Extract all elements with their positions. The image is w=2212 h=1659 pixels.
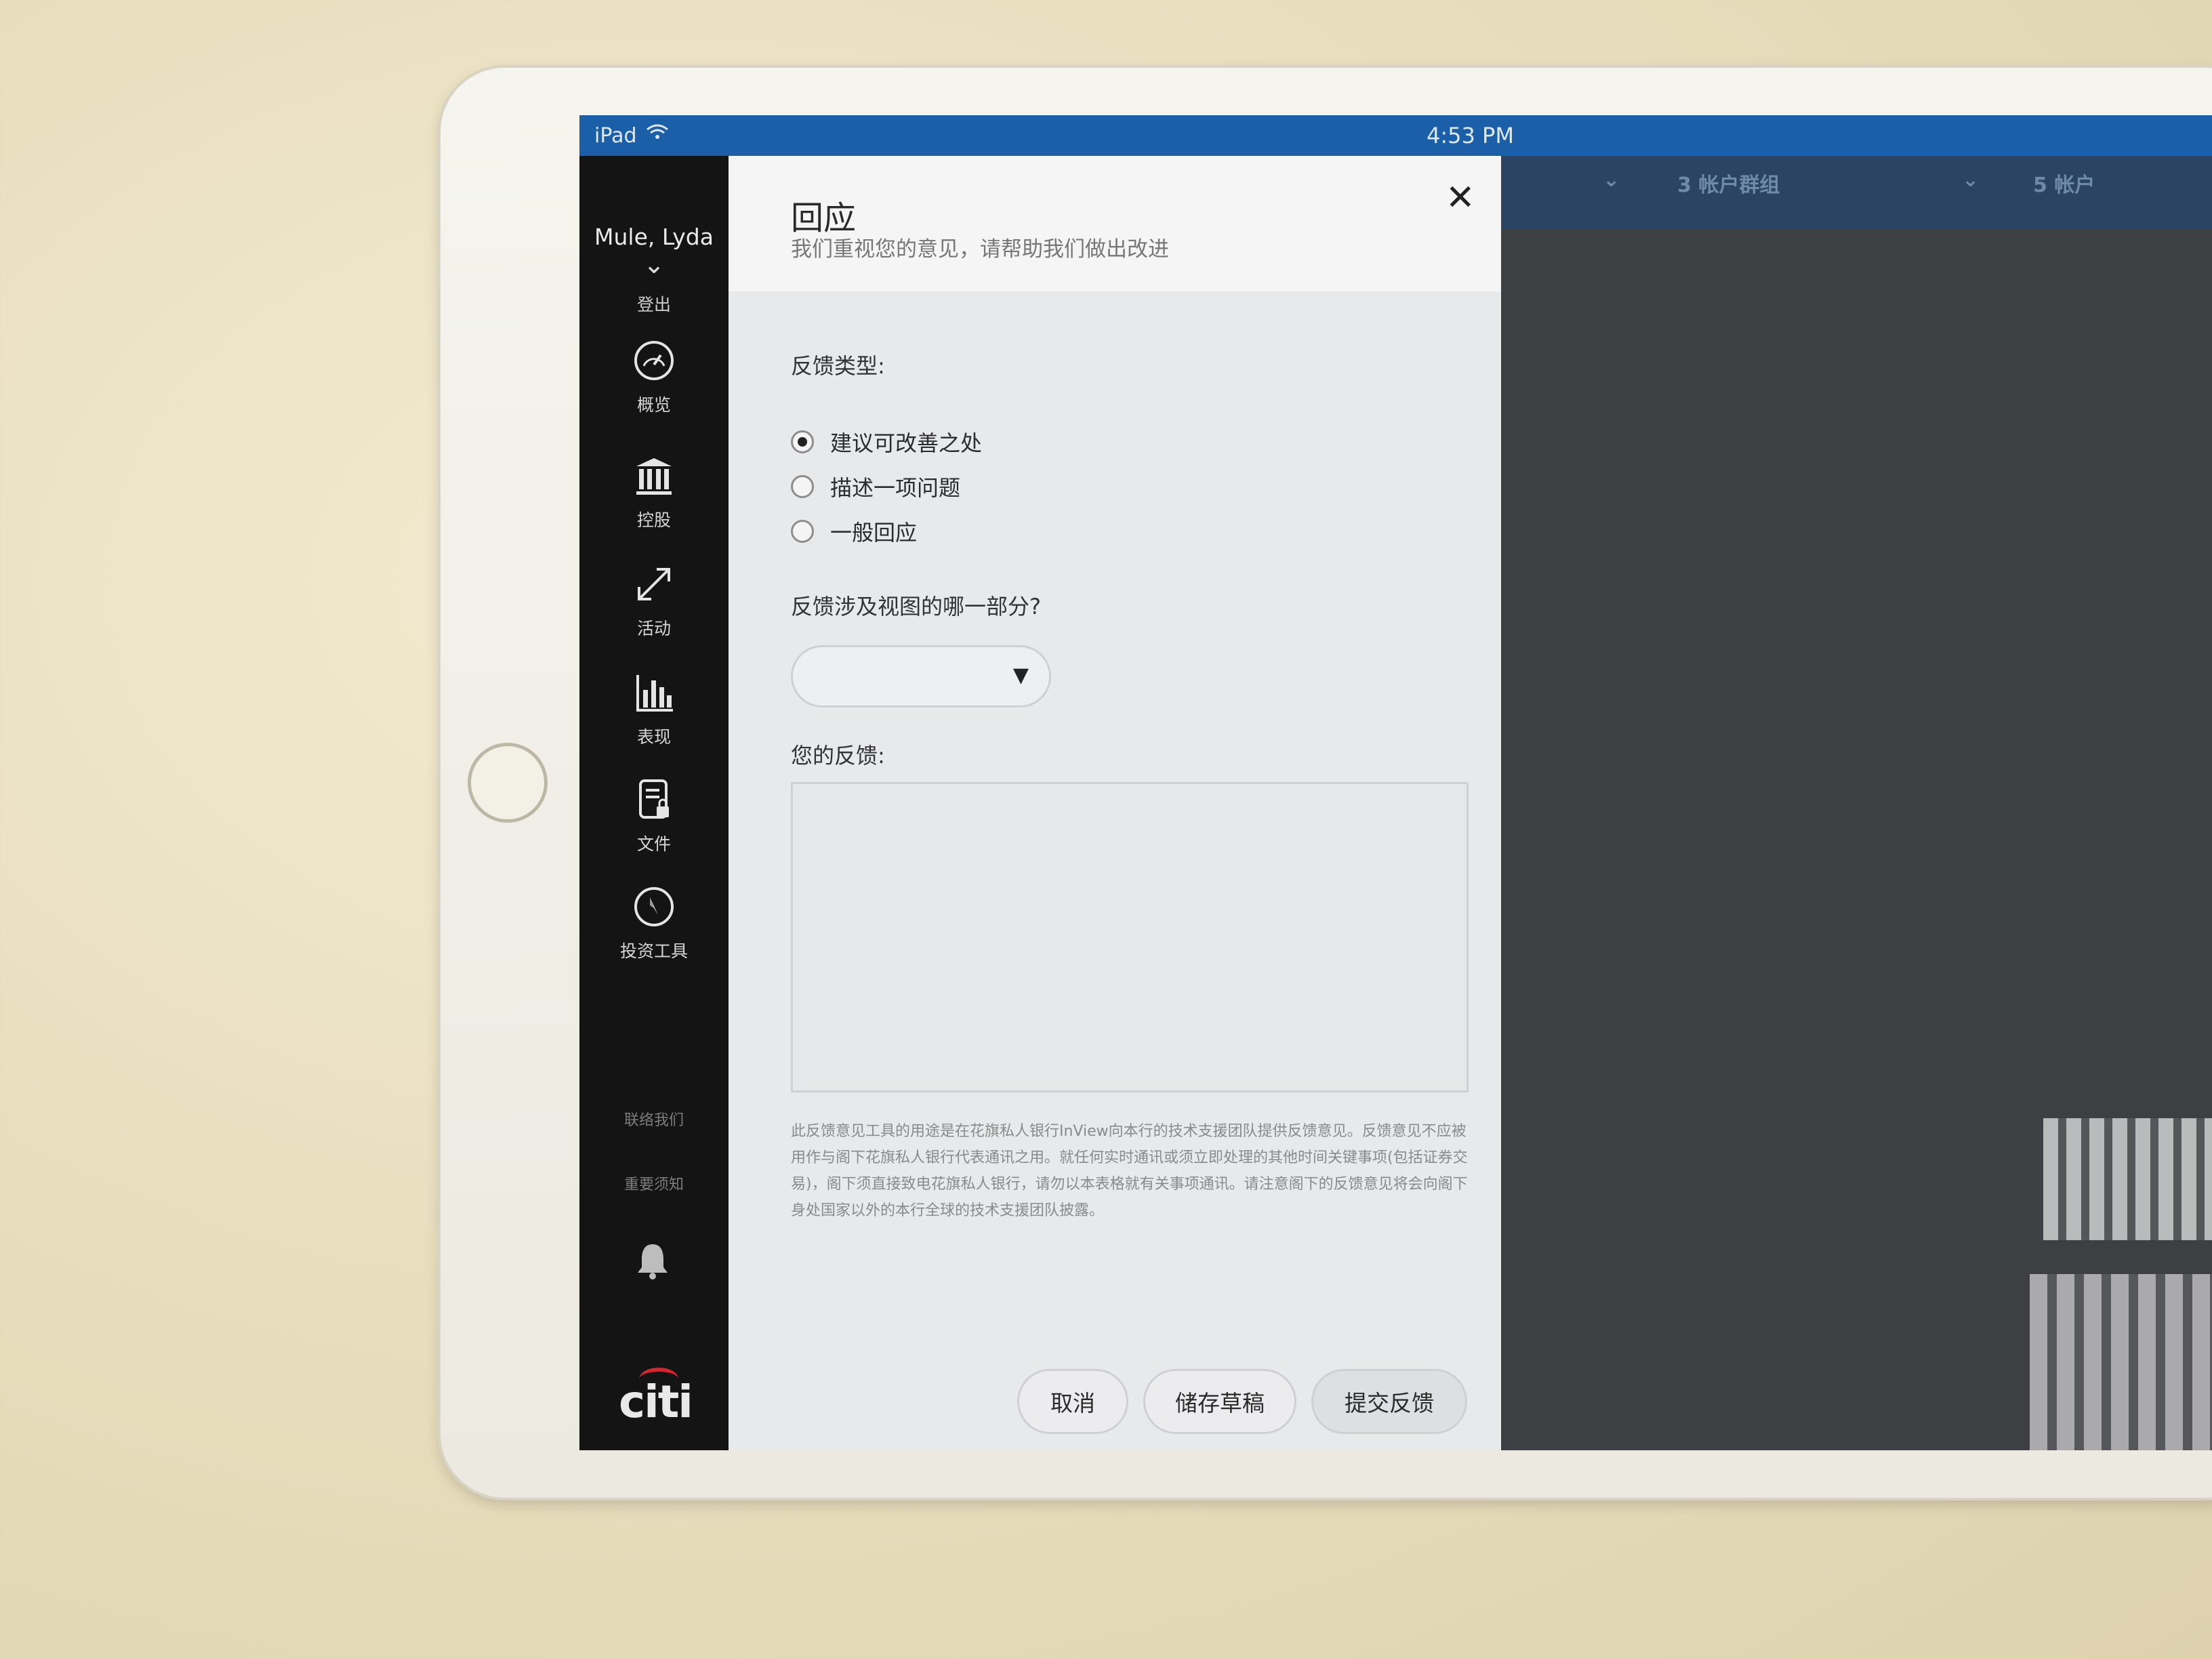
- important-notice-link[interactable]: 重要须知: [579, 1172, 729, 1194]
- screen-glare: [2030, 1274, 2212, 1450]
- nav-label: 概览: [636, 395, 671, 415]
- chevron-down-icon[interactable]: ⌄: [579, 249, 729, 279]
- bell-icon[interactable]: [634, 1240, 672, 1284]
- radio-label: 建议可改善之处: [830, 430, 983, 456]
- dimmed-background-view: ⌄ 3 帐户群组 ⌄ 5 帐户: [1501, 156, 2212, 1450]
- save-draft-button[interactable]: 储存草稿: [1143, 1369, 1296, 1434]
- logout-link[interactable]: 登出: [579, 291, 729, 316]
- view-section-dropdown[interactable]: ▼: [791, 645, 1051, 708]
- nav-label: 文件: [636, 834, 671, 854]
- dropdown-arrow-icon: ▼: [1012, 663, 1029, 687]
- modal-header: 回应 我们重视您的意见，请帮助我们做出改进 ✕: [729, 156, 1501, 291]
- view-section-label: 反馈涉及视图的哪一部分?: [791, 594, 1041, 619]
- feedback-textarea[interactable]: [791, 782, 1469, 1092]
- nav-holdings[interactable]: 控股: [579, 454, 729, 531]
- feedback-type-label: 反馈类型:: [791, 353, 885, 379]
- status-bar: iPad 4:53 PM: [579, 115, 2212, 156]
- chevron-down-icon: ⌄: [1603, 168, 1620, 192]
- ipad-screen: iPad 4:53 PM Mule, Lyda ⌄ 登出 概览 控股 活动 表现…: [579, 115, 2212, 1450]
- accounts-tab: 5 帐户: [2033, 173, 2095, 197]
- radio-label: 一般回应: [830, 520, 918, 546]
- bank-icon: [579, 454, 729, 500]
- home-button[interactable]: [468, 743, 548, 823]
- submit-feedback-button[interactable]: 提交反馈: [1311, 1369, 1467, 1434]
- cancel-button[interactable]: 取消: [1017, 1369, 1128, 1434]
- nav-label: 表现: [636, 727, 671, 747]
- nav-performance[interactable]: 表现: [579, 671, 729, 748]
- sidebar: Mule, Lyda ⌄ 登出 概览 控股 活动 表现 文件 投资工具 联络我们…: [579, 156, 729, 1450]
- nav-label: 投资工具: [619, 941, 688, 961]
- your-feedback-label: 您的反馈:: [791, 743, 885, 769]
- account-groups-tab: 3 帐户群组: [1677, 173, 1780, 197]
- radio-button[interactable]: [791, 520, 814, 543]
- nav-label: 控股: [636, 510, 671, 530]
- radio-general-feedback[interactable]: 一般回应: [791, 516, 917, 546]
- transfer-arrows-icon: [579, 562, 729, 609]
- chevron-down-icon: ⌄: [1962, 168, 1980, 192]
- radio-suggest-improvement[interactable]: 建议可改善之处: [791, 427, 982, 457]
- feedback-modal: 回应 我们重视您的意见，请帮助我们做出改进 ✕ 反馈类型: 建议可改善之处 描述…: [729, 156, 1501, 1450]
- modal-subtitle: 我们重视您的意见，请帮助我们做出改进: [791, 237, 1169, 262]
- contact-us-link[interactable]: 联络我们: [579, 1108, 729, 1130]
- user-name: Mule, Lyda: [594, 224, 714, 250]
- radio-label: 描述一项问题: [830, 475, 961, 501]
- bar-chart-icon: [579, 671, 729, 717]
- gauge-icon: [579, 339, 729, 385]
- close-icon[interactable]: ✕: [1446, 178, 1475, 218]
- radio-button-checked[interactable]: [791, 430, 814, 453]
- carrier-label: iPad: [594, 124, 637, 148]
- nav-overview[interactable]: 概览: [579, 339, 729, 416]
- background-topbar: ⌄ 3 帐户群组 ⌄ 5 帐户: [1501, 156, 2212, 229]
- locked-document-icon: [579, 778, 729, 824]
- screen-glare: [2043, 1118, 2212, 1240]
- disclaimer-text: 此反馈意见工具的用途是在花旗私人银行InView向本行的技术支援团队提供反馈意见…: [791, 1123, 1468, 1219]
- nav-investment-tools[interactable]: 投资工具: [579, 885, 729, 962]
- compass-icon: [579, 885, 729, 931]
- radio-button[interactable]: [791, 475, 814, 498]
- radio-describe-problem[interactable]: 描述一项问题: [791, 472, 960, 501]
- wifi-icon: [646, 123, 669, 146]
- clock: 4:53 PM: [1427, 123, 1514, 148]
- nav-documents[interactable]: 文件: [579, 778, 729, 855]
- nav-activity[interactable]: 活动: [579, 562, 729, 640]
- citi-logo: citi: [619, 1368, 693, 1428]
- nav-label: 活动: [636, 619, 671, 638]
- citi-arc-icon: [639, 1368, 678, 1391]
